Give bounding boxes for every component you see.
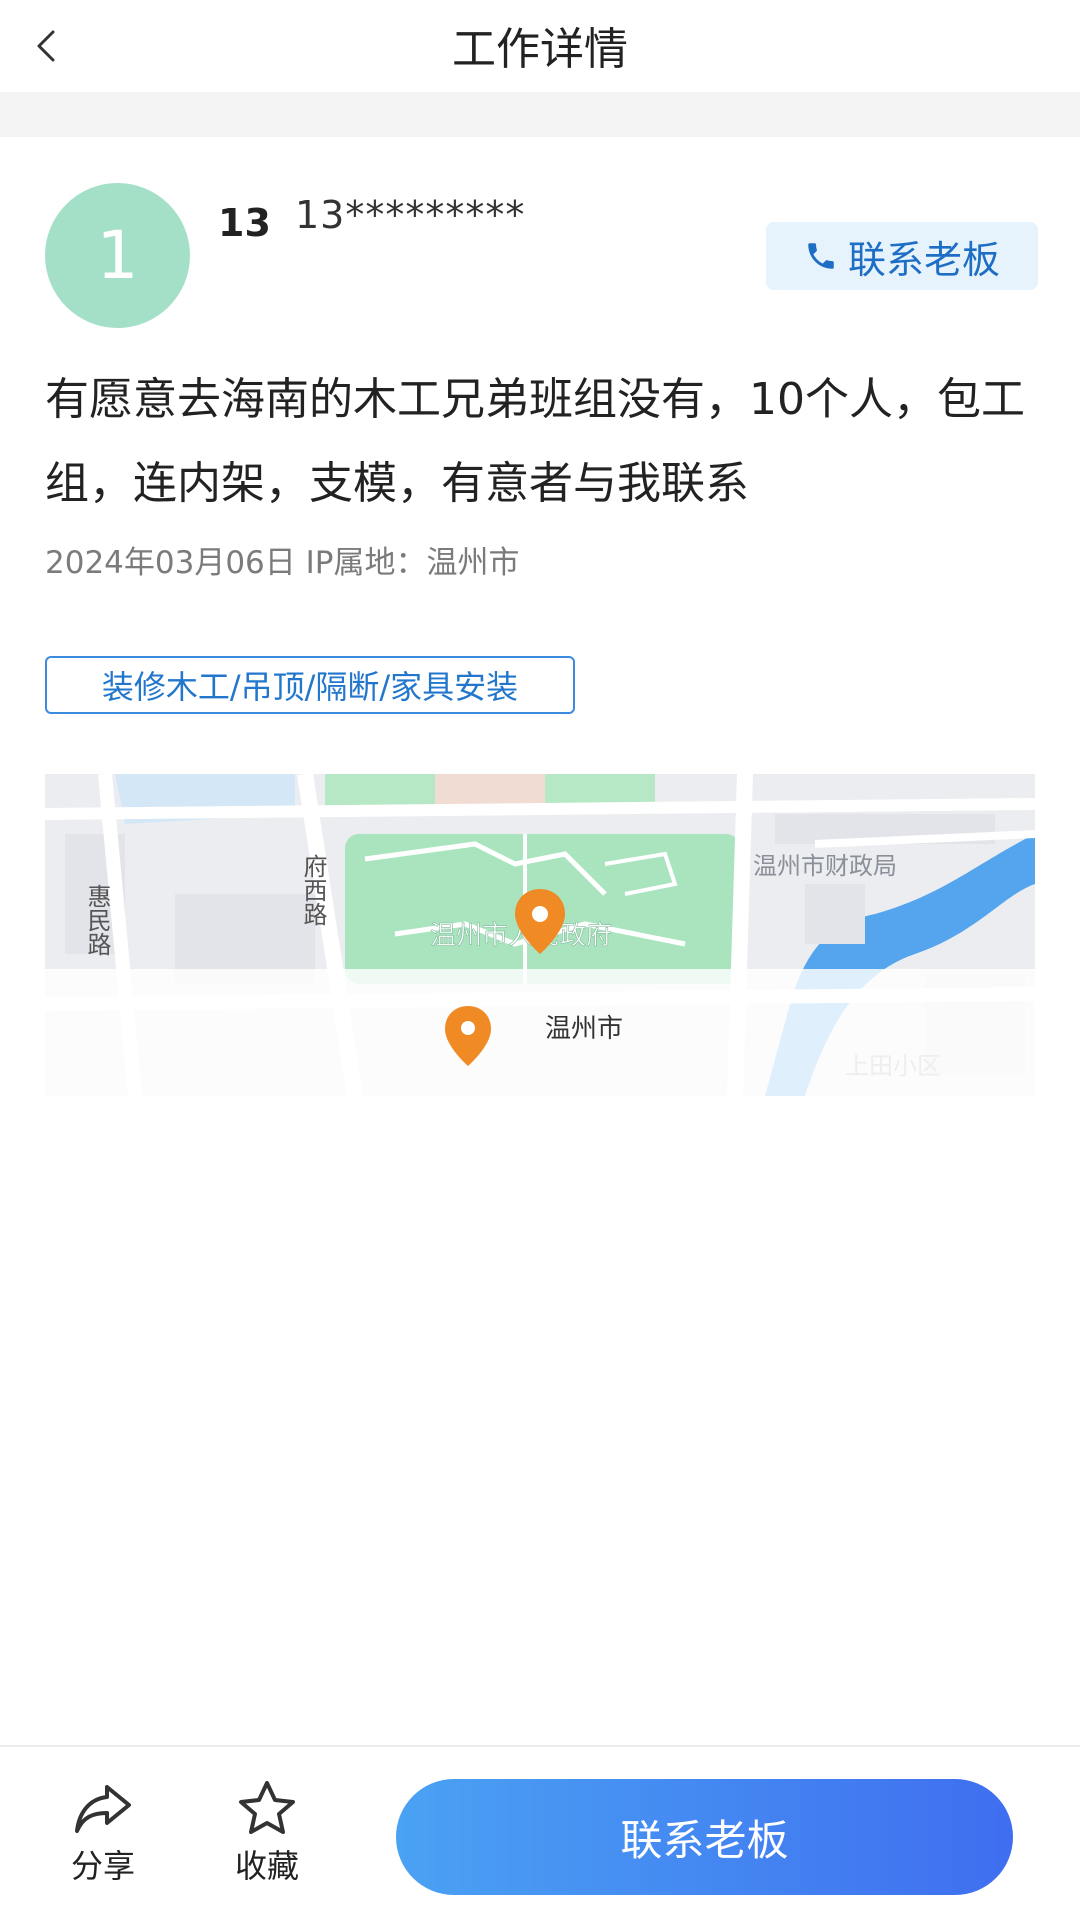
contact-boss-label: 联系老板 [847, 237, 1000, 282]
map-canvas: 府西路 惠民路 温州市人民政府 温州市财政局 上田小区 温州市 [45, 774, 1035, 1096]
contact-boss-button-top[interactable]: 联系老板 [766, 222, 1038, 290]
map-label-finance-bureau: 温州市财政局 [753, 852, 897, 880]
favorite-button[interactable]: 收藏 [212, 1779, 322, 1887]
avatar: 1 [45, 183, 190, 328]
job-category-tag[interactable]: 装修木工/吊顶/隔断/家具安装 [45, 656, 575, 714]
job-description: 有愿意去海南的木工兄弟班组没有，10个人，包工组，连内架，支模，有意者与我联系 [45, 374, 1025, 509]
share-icon [75, 1785, 131, 1833]
user-phone: 13********* [295, 193, 526, 237]
bottom-action-bar: 分享 收藏 联系老板 [0, 1745, 1080, 1920]
contact-boss-button[interactable]: 联系老板 [396, 1779, 1013, 1895]
favorite-label: 收藏 [234, 1847, 299, 1885]
page-title: 工作详情 [452, 24, 628, 75]
map-city-label: 温州市 [545, 1014, 623, 1044]
star-icon [239, 1781, 295, 1834]
post-meta: 2024年03月06日 IP属地：温州市 [45, 543, 520, 583]
post-date: 2024年03月06日 [45, 545, 296, 581]
top-bar: 工作详情 [0, 0, 1080, 92]
location-map[interactable]: 府西路 惠民路 温州市人民政府 温州市财政局 上田小区 温州市 [45, 774, 1035, 1096]
user-name: 13 [218, 201, 271, 245]
share-label: 分享 [70, 1847, 135, 1885]
ip-location: IP属地：温州市 [305, 545, 520, 581]
map-label-huimin-road: 惠民路 [83, 884, 111, 956]
header-divider [0, 92, 1080, 137]
phone-icon [808, 243, 834, 269]
map-label-fuxi-road: 府西路 [299, 854, 327, 926]
share-button[interactable]: 分享 [48, 1779, 158, 1887]
